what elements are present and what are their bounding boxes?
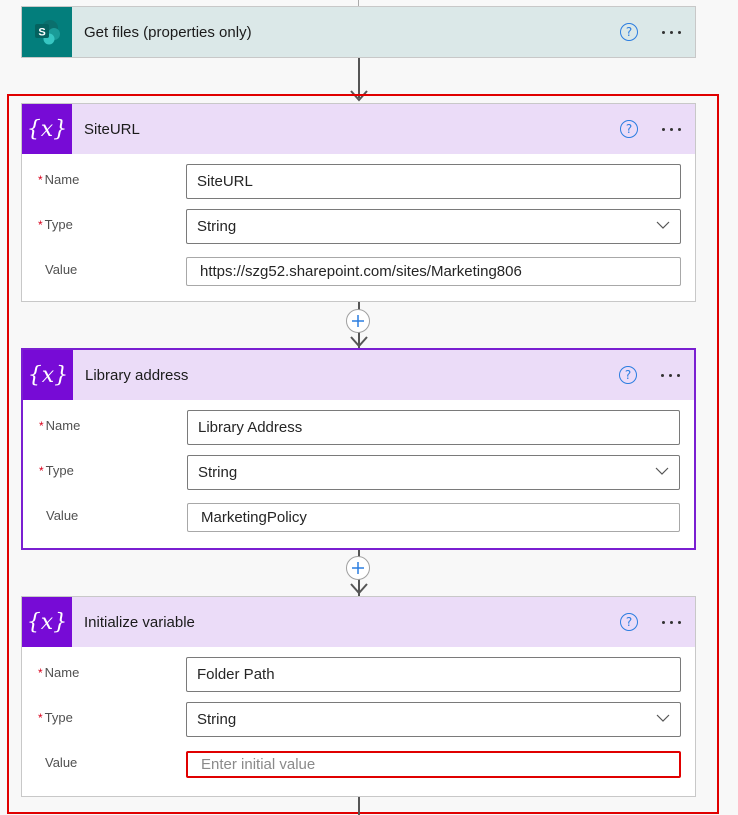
value-input[interactable]: Enter initial value [186, 751, 681, 778]
card-body: * Name Folder Path * Type String Value Ent… [22, 647, 695, 796]
dropdown-value: String [197, 711, 237, 728]
required-marker: * [38, 218, 43, 232]
help-icon[interactable]: ? [620, 120, 638, 138]
action-card-get-files[interactable]: S Get files (properties only) ? [21, 6, 696, 58]
name-input[interactable]: Library Address [187, 410, 680, 445]
plus-icon [352, 562, 364, 574]
value-input[interactable]: MarketingPolicy [187, 503, 680, 532]
label-text: Type [45, 463, 74, 478]
card-header[interactable]: {x} Library address ? [23, 350, 694, 400]
field-label: * Type [37, 455, 187, 478]
field-row-value: Value Enter initial value [36, 747, 681, 782]
help-icon[interactable]: ? [619, 366, 637, 384]
card-header[interactable]: {x} Initialize variable ? [22, 597, 695, 647]
arrow-down-icon [350, 90, 368, 102]
required-marker: * [38, 711, 43, 725]
card-title: Library address [85, 366, 189, 384]
field-row-type: * Type String [37, 455, 680, 490]
label-text: Name [45, 418, 81, 433]
plus-icon [352, 315, 364, 327]
more-options-icon[interactable] [661, 370, 680, 381]
arrow-down-icon [350, 336, 368, 348]
card-title: Get files (properties only) [84, 23, 252, 41]
field-label: * Name [37, 410, 187, 433]
chevron-down-icon [656, 714, 670, 722]
field-label: * Type [36, 702, 186, 725]
label-text: Name [44, 172, 80, 187]
card-header[interactable]: S Get files (properties only) ? [22, 7, 695, 57]
field-label: Value [36, 747, 186, 770]
action-card-library-address[interactable]: {x} Library address ? * Name Library Addr… [21, 348, 696, 550]
variable-glyph: {x} [26, 609, 68, 635]
field-row-type: * Type String [36, 209, 681, 244]
help-icon[interactable]: ? [620, 23, 638, 41]
field-row-name: * Name SiteURL [36, 164, 681, 199]
label-text: Name [44, 665, 80, 680]
label-text: Value [45, 755, 78, 770]
type-dropdown[interactable]: String [186, 702, 681, 737]
more-options-icon[interactable] [662, 124, 681, 135]
label-text: Value [46, 508, 79, 523]
card-title: Initialize variable [84, 613, 195, 631]
field-label: * Type [36, 209, 186, 232]
arrow-down-icon [350, 583, 368, 595]
field-label: * Name [36, 657, 186, 680]
required-marker: * [38, 666, 43, 680]
variable-icon: {x} [23, 350, 73, 400]
field-label: Value [37, 500, 187, 523]
connector-line [358, 797, 360, 815]
card-body: * Name SiteURL * Type String Value https:/… [22, 154, 695, 303]
add-step-button[interactable] [346, 309, 370, 333]
card-title: SiteURL [84, 120, 140, 138]
variable-icon: {x} [22, 597, 72, 647]
action-card-initialize-variable[interactable]: {x} Initialize variable ? * Name Folder P… [21, 596, 696, 797]
type-dropdown[interactable]: String [187, 455, 680, 490]
type-dropdown[interactable]: String [186, 209, 681, 244]
action-card-siteurl[interactable]: {x} SiteURL ? * Name SiteURL * Type String… [21, 103, 696, 302]
card-header[interactable]: {x} SiteURL ? [22, 104, 695, 154]
field-row-type: * Type String [36, 702, 681, 737]
field-row-name: * Name Folder Path [36, 657, 681, 692]
required-marker: * [39, 419, 44, 433]
add-step-button[interactable] [346, 556, 370, 580]
required-marker: * [39, 464, 44, 478]
field-row-value: Value MarketingPolicy [37, 500, 680, 535]
svg-text:S: S [38, 27, 45, 39]
help-icon[interactable]: ? [620, 613, 638, 631]
required-marker: * [38, 173, 43, 187]
variable-glyph: {x} [26, 116, 68, 142]
chevron-down-icon [656, 221, 670, 229]
more-options-icon[interactable] [662, 27, 681, 38]
variable-icon: {x} [22, 104, 72, 154]
value-placeholder: Enter initial value [201, 756, 316, 773]
name-input[interactable]: SiteURL [186, 164, 681, 199]
label-text: Value [45, 262, 78, 277]
name-input[interactable]: Folder Path [186, 657, 681, 692]
field-label: Value [36, 254, 186, 277]
variable-glyph: {x} [27, 362, 69, 388]
field-row-value: Value https://szg52.sharepoint.com/sites… [36, 254, 681, 289]
value-input[interactable]: https://szg52.sharepoint.com/sites/Marke… [186, 257, 681, 286]
dropdown-value: String [197, 218, 237, 235]
field-label: * Name [36, 164, 186, 187]
more-options-icon[interactable] [662, 617, 681, 628]
field-row-name: * Name Library Address [37, 410, 680, 445]
label-text: Type [44, 710, 73, 725]
card-body: * Name Library Address * Type String Value… [23, 400, 694, 549]
chevron-down-icon [655, 467, 669, 475]
label-text: Type [44, 217, 73, 232]
sharepoint-icon: S [22, 7, 72, 57]
dropdown-value: String [198, 464, 238, 481]
